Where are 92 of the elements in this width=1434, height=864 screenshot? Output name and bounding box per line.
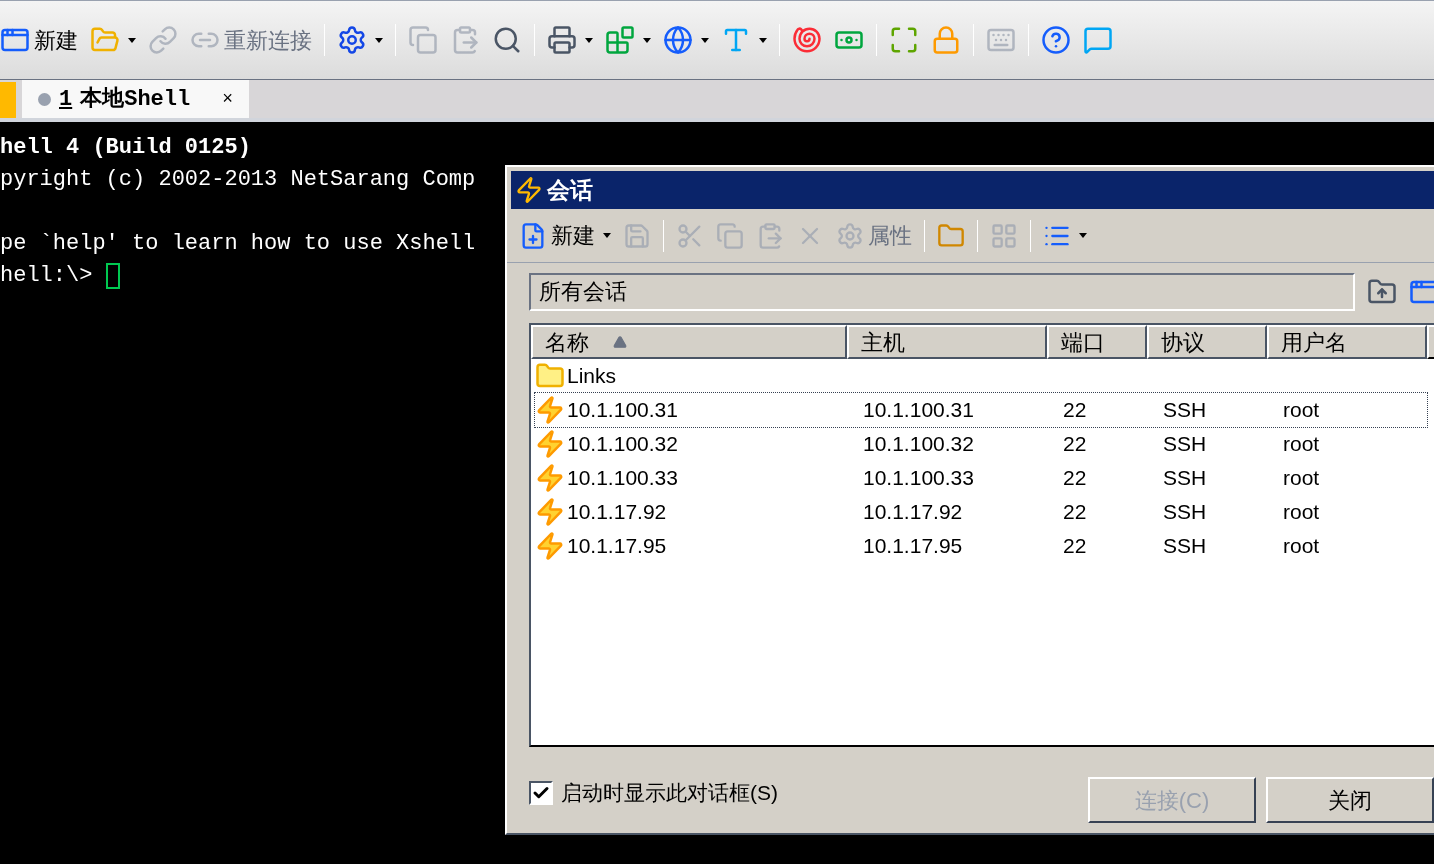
blocks-icon [605, 25, 635, 55]
table-cell-text: 10.1.100.33 [863, 465, 974, 492]
table-cell-text: 10.1.17.92 [567, 499, 667, 526]
help-icon [1041, 25, 1071, 55]
table-cell-text: 22 [1063, 533, 1087, 560]
table-cell-text: 22 [1063, 397, 1087, 424]
printer-icon [547, 25, 577, 55]
table-cell-text: 22 [1063, 465, 1087, 492]
chain-icon [148, 25, 178, 55]
session-icon [535, 429, 565, 459]
checkbox[interactable] [529, 781, 553, 805]
caret-icon[interactable] [643, 37, 651, 43]
caret-icon[interactable] [1079, 233, 1087, 238]
table-cell-text: 10.1.17.95 [567, 533, 667, 560]
globe-icon [663, 25, 693, 55]
search-icon [492, 25, 522, 55]
table-cell-text: root [1283, 533, 1320, 560]
toolbar-button[interactable] [792, 25, 822, 55]
toolbar-button[interactable]: 新建 [519, 219, 595, 252]
table-cell-text: root [1283, 465, 1320, 492]
lock-icon [931, 25, 961, 55]
table-cell-text: SSH [1163, 397, 1207, 424]
table-cell-text: 10.1.100.32 [567, 431, 678, 458]
sort-arrow-icon [613, 335, 627, 349]
folder-icon [937, 221, 965, 250]
session-icon [535, 463, 565, 493]
toolbar-button[interactable] [663, 25, 693, 55]
session-row[interactable]: 10.1.17.92 10.1.17.92 22 SSH root [535, 495, 1427, 529]
session-icon [535, 497, 565, 527]
tab-label: 本地Shell [80, 85, 191, 114]
caret-icon[interactable] [701, 37, 709, 43]
gear-icon [836, 221, 864, 250]
table-cell-text: SSH [1163, 533, 1207, 560]
session-row[interactable]: 10.1.100.33 10.1.100.33 22 SSH root [535, 461, 1427, 495]
dialog-title: 会话 [547, 175, 593, 205]
table-cell-text: 10.1.17.95 [863, 533, 963, 560]
copy-icon [716, 221, 744, 250]
toolbar-button[interactable] [337, 25, 367, 55]
session-row[interactable]: 10.1.100.31 10.1.100.31 22 SSH root [535, 393, 1427, 427]
column-header[interactable]: 端口 [1047, 325, 1147, 359]
gear-icon [337, 25, 367, 55]
table-cell-text: 10.1.17.92 [863, 499, 963, 526]
lightning-icon [515, 176, 543, 204]
table-cell-text: 22 [1063, 431, 1087, 458]
caret-icon[interactable] [585, 37, 593, 43]
toolbar-button[interactable]: 新建 [0, 23, 78, 57]
chat-bubble-icon [1083, 25, 1113, 55]
session-row[interactable]: 10.1.17.95 10.1.17.95 22 SSH root [535, 529, 1427, 563]
caret-icon[interactable] [603, 233, 611, 238]
caret-icon[interactable] [759, 37, 767, 43]
terminal-line: hell 4 (Build 0125) [0, 134, 251, 162]
table-cell-text: SSH [1163, 465, 1207, 492]
toolbar-button[interactable] [492, 25, 522, 55]
dialog-button[interactable]: 关闭 [1266, 777, 1434, 823]
terminal-line: pyright (c) 2002-2013 NetSarang Comp [0, 166, 476, 194]
column-header[interactable]: 协议 [1147, 325, 1267, 359]
terminal-line: pe `help' to learn how to use Xshell [0, 230, 476, 258]
table-cell-text: 10.1.100.31 [863, 397, 974, 424]
session-row[interactable]: Links [535, 359, 1427, 393]
toolbar-button[interactable] [547, 25, 577, 55]
table-cell-text: root [1283, 397, 1320, 424]
caret-icon[interactable] [128, 37, 136, 43]
table-cell-text: 10.1.100.33 [567, 465, 678, 492]
session-icon [535, 531, 565, 561]
session-tab[interactable]: 1 本地Shell × [22, 80, 250, 118]
copy-icon [408, 25, 438, 55]
checkbox-label: 启动时显示此对话框(S) [561, 780, 778, 807]
table-cell-text: root [1283, 431, 1320, 458]
caret-icon[interactable] [375, 37, 383, 43]
close-button[interactable]: × [222, 85, 234, 113]
table-cell-text: SSH [1163, 431, 1207, 458]
table-cell-text: SSH [1163, 499, 1207, 526]
session-row[interactable]: 10.1.100.32 10.1.100.32 22 SSH root [535, 427, 1427, 461]
table-cell-text: Links [567, 363, 617, 390]
table-cell-text: 10.1.100.32 [863, 431, 974, 458]
toolbar-button[interactable] [1041, 25, 1071, 55]
terminal-line: hell:\> [0, 262, 93, 290]
session-icon [535, 395, 565, 425]
grid-icon [990, 221, 1018, 250]
path-field[interactable]: 所有会话 [529, 273, 1355, 311]
toolbar-button[interactable] [605, 25, 635, 55]
table-cell-text: 10.1.100.31 [567, 397, 678, 424]
column-header[interactable]: 主机 [847, 325, 1047, 359]
table-cell-text: root [1283, 499, 1320, 526]
fullscreen-icon [889, 25, 919, 55]
column-header[interactable]: 名称 [531, 325, 847, 359]
swirl-icon [792, 25, 822, 55]
save-icon [623, 221, 651, 250]
table-cell-text: 22 [1063, 499, 1087, 526]
tab-number: 1 [59, 85, 73, 114]
tab-strip-icon [0, 82, 16, 118]
column-header[interactable]: 用户名 [1267, 325, 1427, 359]
